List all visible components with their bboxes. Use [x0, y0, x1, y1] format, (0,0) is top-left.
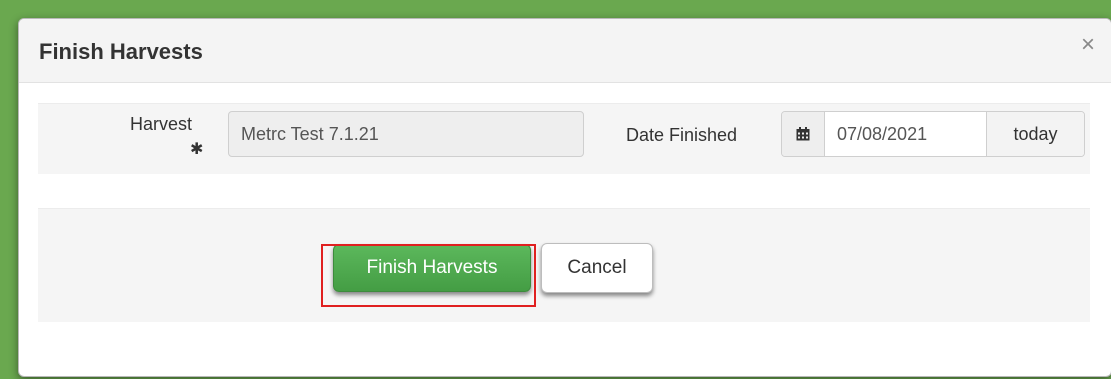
harvest-input[interactable] — [228, 111, 584, 157]
required-icon: ✱ — [190, 141, 204, 158]
finish-harvests-modal: Finish Harvests × Harvest ✱ Date Finishe… — [18, 18, 1111, 377]
harvest-form-row: Harvest ✱ Date Finished today — [38, 103, 1090, 174]
today-button[interactable]: today — [986, 112, 1084, 156]
harvest-label: Harvest — [130, 114, 193, 134]
modal-header: Finish Harvests × — [19, 19, 1111, 83]
calendar-addon[interactable] — [782, 112, 825, 156]
date-finished-input[interactable] — [825, 112, 985, 156]
calendar-icon — [796, 127, 810, 141]
close-icon[interactable]: × — [1081, 33, 1095, 57]
modal-title: Finish Harvests — [39, 39, 203, 64]
modal-footer: Finish Harvests Cancel — [38, 208, 1090, 322]
finish-harvests-button[interactable]: Finish Harvests — [333, 244, 531, 292]
cancel-button[interactable]: Cancel — [541, 243, 653, 293]
date-finished-label: Date Finished — [626, 125, 738, 145]
date-finished-group: today — [781, 111, 1085, 157]
